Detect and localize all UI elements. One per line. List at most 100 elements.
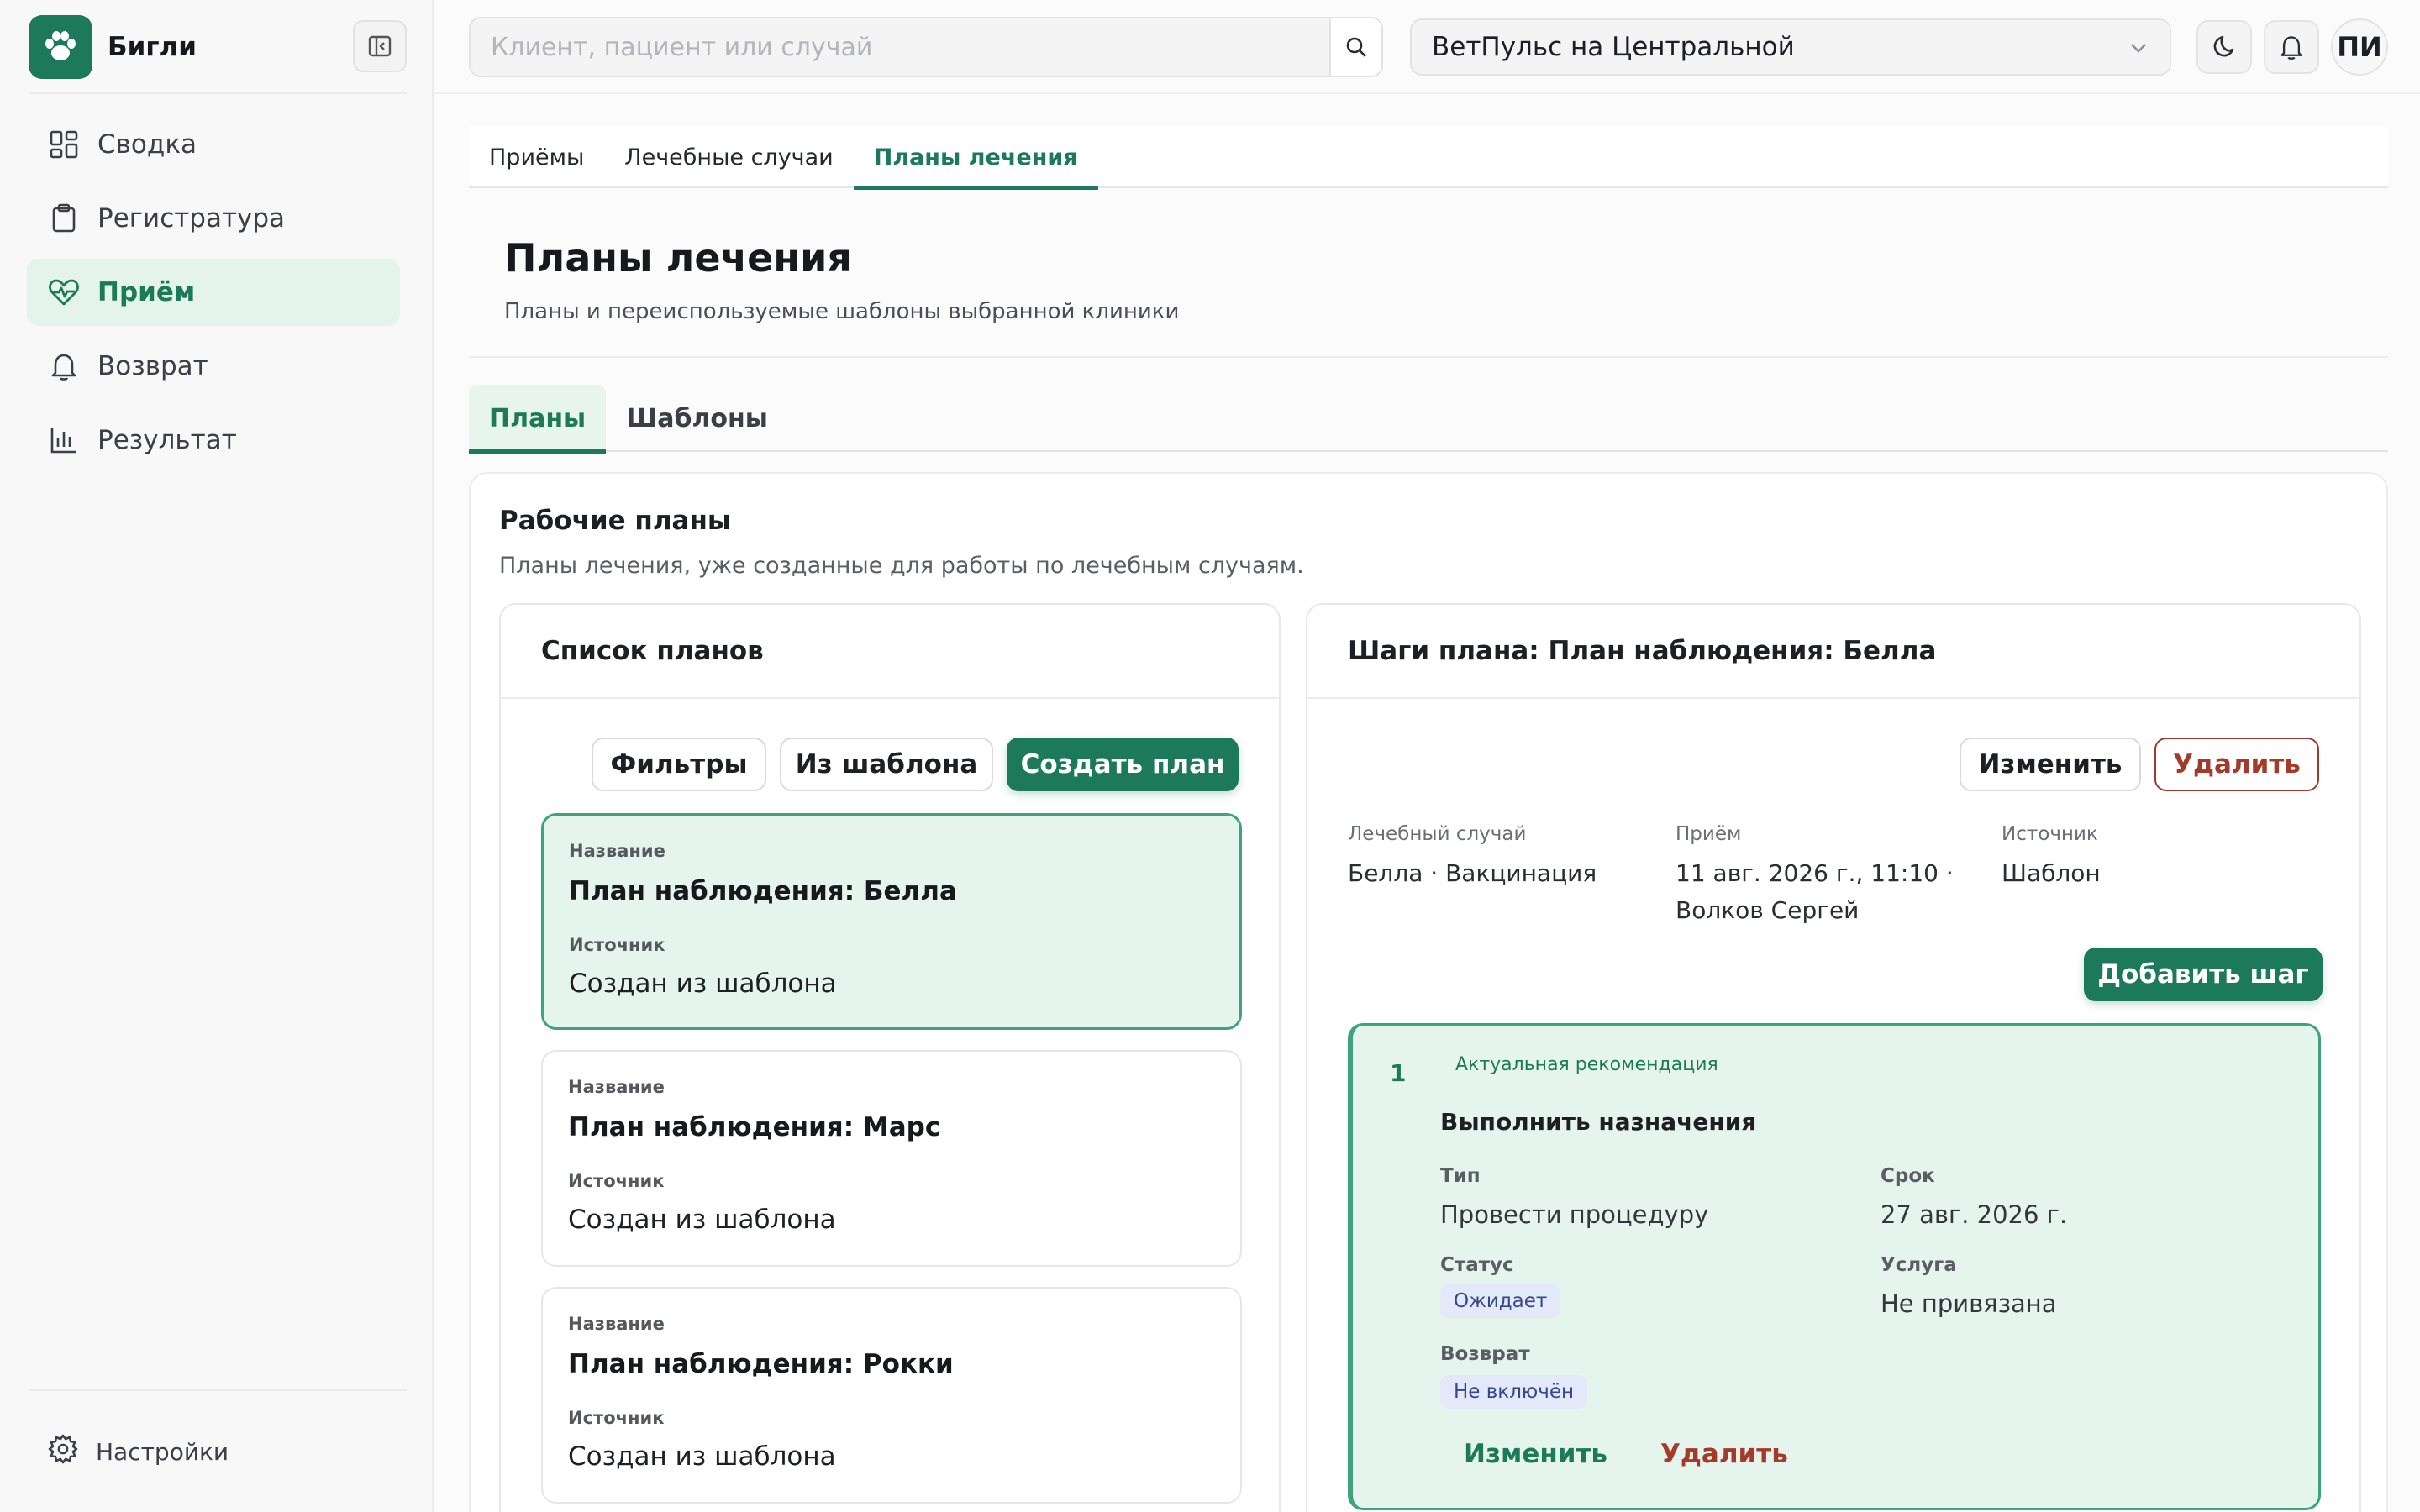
plan-name-label: Название <box>568 1077 665 1097</box>
step-type-value: Провести процедуру <box>1440 1200 1709 1229</box>
header-divider <box>469 356 2388 358</box>
sidebar-divider <box>29 92 407 94</box>
work-plans-title: Рабочие планы <box>499 506 731 536</box>
filters-button[interactable]: Фильтры <box>592 738 766 791</box>
tab-visits[interactable]: Приёмы <box>469 126 604 188</box>
sidebar-item-settings[interactable]: Настройки <box>47 1433 229 1471</box>
sub-tabs: Планы Шаблоны <box>469 385 2388 454</box>
step-tag: Актуальная рекомендация <box>1455 1054 1718 1075</box>
sidebar-nav: Сводка Регистратура Приём Возврат Резуль… <box>27 111 400 480</box>
plan-source: Создан из шаблона <box>568 1441 836 1472</box>
page-title: Планы лечения <box>504 235 852 281</box>
delete-step-button[interactable]: Удалить <box>1660 1439 1788 1469</box>
brand[interactable]: Бигли <box>29 15 197 79</box>
heart-pulse-icon <box>47 276 81 309</box>
search-input[interactable] <box>471 18 1331 76</box>
bar-chart-icon <box>47 423 81 457</box>
step-number: 1 <box>1390 1059 1407 1087</box>
edit-step-button[interactable]: Изменить <box>1464 1439 1607 1469</box>
source-value: Шаблон <box>2002 859 2101 887</box>
plan-list-item[interactable]: Название План наблюдения: Марс Источник … <box>541 1050 1242 1267</box>
step-title: Выполнить назначения <box>1440 1108 1757 1136</box>
plan-steps-title: Шаги плана: План наблюдения: Белла <box>1307 605 2360 699</box>
paw-logo-icon <box>29 15 92 79</box>
sidebar-item-summary[interactable]: Сводка <box>27 111 400 178</box>
delete-plan-button[interactable]: Удалить <box>2154 738 2319 791</box>
plan-name: План наблюдения: Марс <box>568 1112 941 1142</box>
sidebar-item-label: Регистратура <box>97 203 286 234</box>
case-value: Белла · Вакцинация <box>1348 859 1597 887</box>
sidebar-item-visit[interactable]: Приём <box>27 259 400 326</box>
collapse-sidebar-button[interactable] <box>353 20 407 72</box>
plan-list-panel: Список планов Фильтры Из шаблона Создать… <box>499 603 1281 1512</box>
step-service-label: Услуга <box>1881 1254 1957 1276</box>
tab-treatment-plans[interactable]: Планы лечения <box>853 126 1098 190</box>
plan-source-label: Источник <box>569 935 666 955</box>
plan-source: Создан из шаблона <box>568 1205 836 1235</box>
visit-doctor: Волков Сергей <box>1676 896 1860 924</box>
sidebar-item-return[interactable]: Возврат <box>27 333 400 400</box>
sidebar-item-label: Возврат <box>97 351 208 381</box>
main-tabs: Приёмы Лечебные случаи Планы лечения <box>469 126 2388 190</box>
plan-name: План наблюдения: Белла <box>569 876 957 906</box>
topbar-divider <box>434 92 2420 94</box>
page-subtitle: Планы и переиспользуемые шаблоны выбранн… <box>504 299 1180 324</box>
create-plan-button[interactable]: Создать план <box>1007 738 1239 791</box>
app-root: Бигли Сводка Регистратура Приём Возврат … <box>0 0 2420 1512</box>
plan-steps-panel: Шаги плана: План наблюдения: Белла Измен… <box>1306 603 2361 1512</box>
dashboard-grid-icon <box>47 128 81 161</box>
visit-label: Приём <box>1676 823 1742 845</box>
moon-icon <box>2213 35 2234 57</box>
notifications-button[interactable] <box>2264 20 2319 74</box>
clipboard-icon <box>47 202 81 235</box>
step-due-value: 27 авг. 2026 г. <box>1881 1200 2068 1229</box>
theme-toggle-button[interactable] <box>2196 20 2252 74</box>
settings-label: Настройки <box>96 1438 229 1466</box>
step-return-label: Возврат <box>1440 1343 1530 1365</box>
brand-name: Бигли <box>108 32 197 62</box>
chevron-down-icon <box>2131 44 2146 53</box>
sidebar-collapse-icon <box>368 35 392 57</box>
plan-source-label: Источник <box>568 1408 665 1428</box>
plan-list-item[interactable]: Название План наблюдения: Рокки Источник… <box>541 1287 1242 1504</box>
plan-list-item[interactable]: Название План наблюдения: Белла Источник… <box>541 813 1242 1030</box>
plan-name: План наблюдения: Рокки <box>568 1349 954 1379</box>
plan-source-label: Источник <box>568 1171 665 1191</box>
case-label: Лечебный случай <box>1348 823 1527 845</box>
sidebar-item-registry[interactable]: Регистратура <box>27 185 400 252</box>
status-badge: Ожидает <box>1440 1284 1561 1318</box>
plan-source: Создан из шаблона <box>569 969 837 999</box>
tab-plans[interactable]: Планы <box>469 385 607 454</box>
gear-icon <box>47 1433 79 1471</box>
bell-icon <box>47 349 81 383</box>
visit-value: 11 авг. 2026 г., 11:10 · <box>1676 859 1954 887</box>
step-type-label: Тип <box>1440 1165 1481 1187</box>
from-template-button[interactable]: Из шаблона <box>780 738 993 791</box>
global-search <box>469 17 1383 77</box>
plan-name-label: Название <box>569 841 666 861</box>
edit-plan-button[interactable]: Изменить <box>1960 738 2141 791</box>
step-due-label: Срок <box>1881 1165 1935 1187</box>
add-step-button[interactable]: Добавить шаг <box>2084 948 2323 1001</box>
sidebar-item-result[interactable]: Результат <box>27 407 400 474</box>
source-label: Источник <box>2002 823 2098 845</box>
plan-list-title: Список планов <box>501 605 1279 699</box>
search-button[interactable] <box>1329 18 1381 76</box>
tab-treatment-cases[interactable]: Лечебные случаи <box>604 126 853 188</box>
step-service-value: Не привязана <box>1881 1289 2057 1318</box>
plan-name-label: Название <box>568 1314 665 1334</box>
sidebar-item-label: Сводка <box>97 129 197 160</box>
sidebar-item-label: Приём <box>97 277 196 307</box>
sidebar: Бигли Сводка Регистратура Приём Возврат … <box>0 0 434 1512</box>
tab-templates[interactable]: Шаблоны <box>606 385 788 452</box>
bell-icon <box>2281 36 2302 60</box>
search-icon <box>1346 37 1366 57</box>
return-badge: Не включён <box>1440 1375 1588 1409</box>
work-plans-card: Рабочие планы Планы лечения, уже созданн… <box>469 472 2388 1512</box>
sidebar-divider <box>29 1389 407 1391</box>
plan-step-card: 1 Актуальная рекомендация Выполнить назн… <box>1348 1023 2321 1510</box>
clinic-select-value: ВетПульс на Центральной <box>1432 32 1795 62</box>
work-plans-subtitle: Планы лечения, уже созданные для работы … <box>499 553 1304 579</box>
user-avatar[interactable]: ПИ <box>2331 18 2388 76</box>
clinic-select[interactable]: ВетПульс на Центральной <box>1410 18 2171 76</box>
